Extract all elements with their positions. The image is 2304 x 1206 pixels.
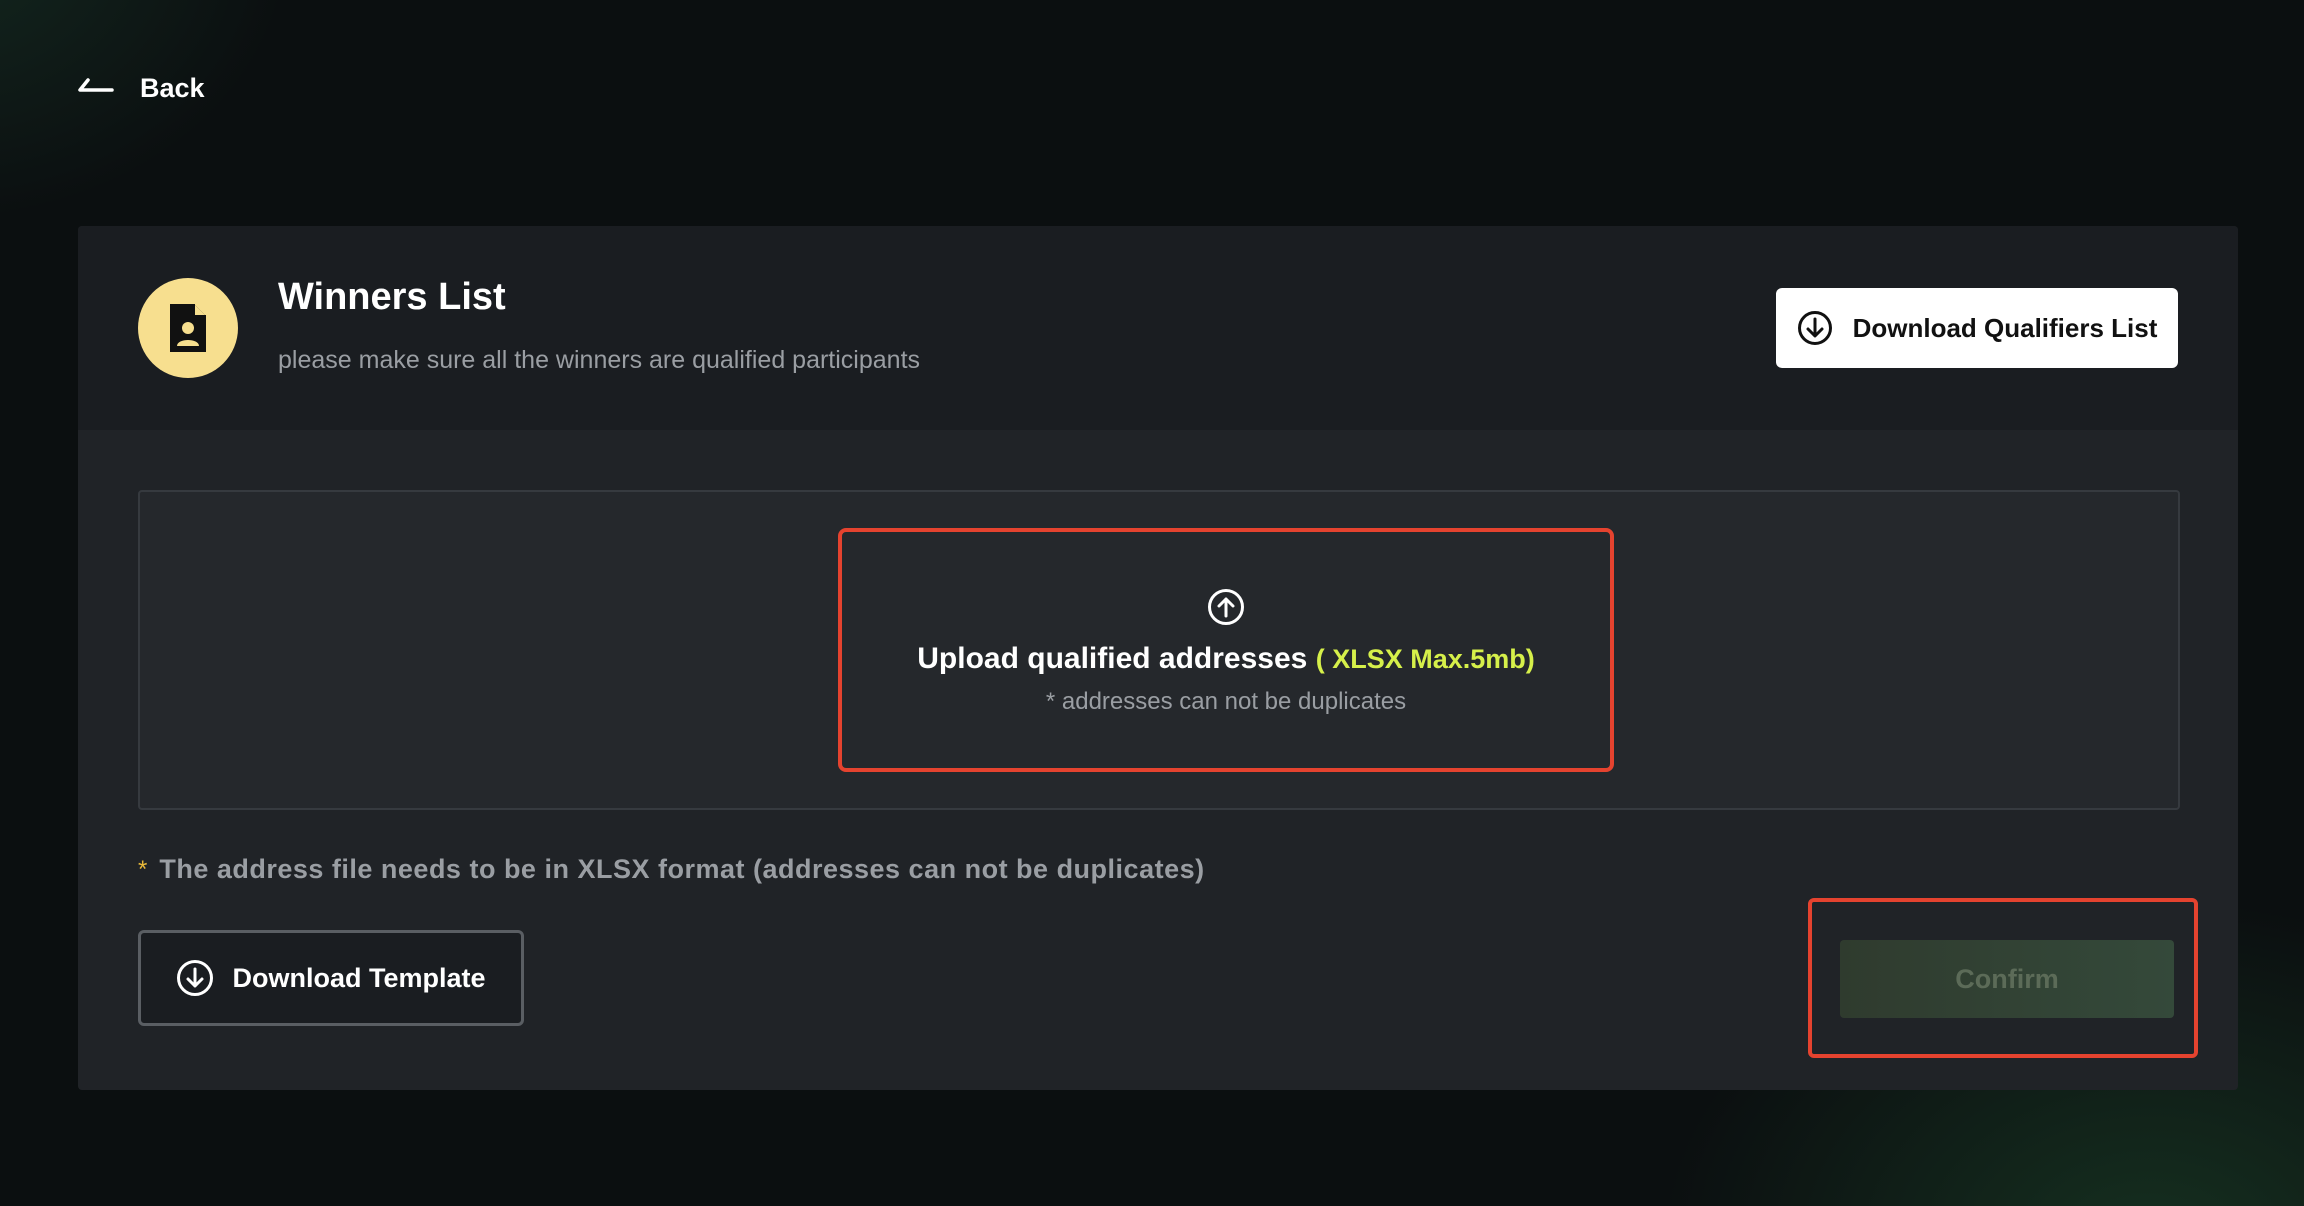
document-user-icon xyxy=(170,304,206,352)
download-circle-icon xyxy=(1797,311,1832,345)
upload-hint: * addresses can not be duplicates xyxy=(1045,688,1407,715)
back-link[interactable]: Back xyxy=(78,68,205,108)
note-text: The address file needs to be in XLSX for… xyxy=(159,854,1205,884)
format-note: * The address file needs to be in XLSX f… xyxy=(138,854,1205,885)
download-circle-icon xyxy=(177,960,214,996)
upload-dropzone[interactable]: Upload qualified addresses ( XLSX Max.5m… xyxy=(138,490,2180,810)
upload-circle-icon xyxy=(1208,589,1244,625)
winners-list-card: Winners List please make sure all the wi… xyxy=(78,226,2238,1090)
note-marker: * xyxy=(138,855,148,883)
avatar xyxy=(138,278,238,378)
download-template-label: Download Template xyxy=(232,962,486,993)
upload-title: Upload qualified addresses ( XLSX Max.5m… xyxy=(917,642,1535,676)
back-label: Back xyxy=(140,72,205,103)
download-qualifiers-button[interactable]: Download Qualifiers List xyxy=(1776,288,2178,368)
download-template-button[interactable]: Download Template xyxy=(138,930,524,1026)
arrow-left-icon xyxy=(78,78,114,92)
upload-title-text: Upload qualified addresses xyxy=(917,642,1308,675)
upload-format-label: ( XLSX Max.5mb) xyxy=(1315,644,1535,674)
confirm-button[interactable]: Confirm xyxy=(1840,940,2174,1018)
page-title: Winners List xyxy=(278,276,506,318)
card-header: Winners List please make sure all the wi… xyxy=(78,226,2238,430)
page-subtitle: please make sure all the winners are qua… xyxy=(278,346,921,374)
download-qualifiers-label: Download Qualifiers List xyxy=(1852,312,2158,343)
upload-area[interactable]: Upload qualified addresses ( XLSX Max.5m… xyxy=(838,528,1614,772)
